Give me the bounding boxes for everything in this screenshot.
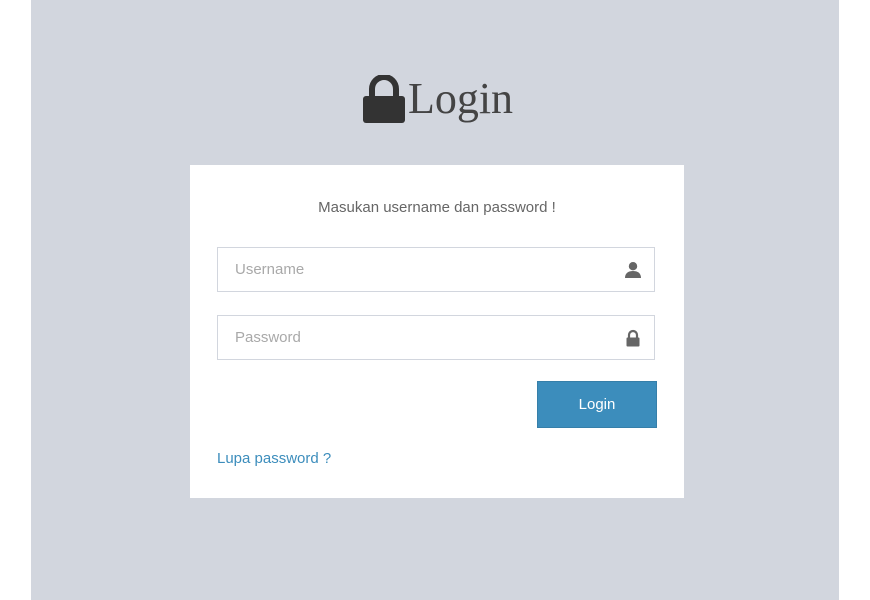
lock-icon — [362, 75, 405, 123]
page-title: Login — [407, 74, 514, 123]
password-field-group — [217, 315, 655, 360]
login-box: Masukan username dan password ! Login Lu… — [190, 165, 684, 498]
user-icon — [625, 262, 641, 278]
login-button[interactable]: Login — [537, 381, 657, 428]
login-logo: Login — [0, 64, 870, 155]
login-box-message: Masukan username dan password ! — [318, 199, 556, 216]
lock-icon — [626, 329, 640, 347]
password-input[interactable] — [218, 316, 654, 359]
forgot-password-link[interactable]: Lupa password ? — [217, 450, 331, 467]
username-input[interactable] — [218, 248, 654, 291]
username-field-group — [217, 247, 655, 292]
